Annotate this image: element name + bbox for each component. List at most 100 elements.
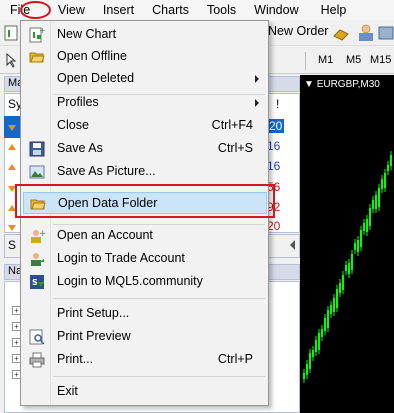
market-watch-value: 16 [267, 159, 281, 173]
candle-body [357, 240, 359, 252]
candle-body [327, 310, 329, 328]
settings-icon[interactable] [376, 23, 394, 43]
menu-item-shortcut: Ctrl+F4 [211, 118, 253, 132]
down-arrow-icon [8, 225, 16, 231]
candle-body [360, 230, 362, 247]
menu-item-label: Open an Account [57, 228, 153, 242]
menu-item-print-preview[interactable]: Print Preview [23, 326, 267, 348]
menu-item-label: Open Offline [57, 49, 127, 63]
menu-item-open-offline[interactable]: Open Offline [23, 46, 267, 68]
file-menu-annotation-circle [20, 1, 51, 19]
candle-body [366, 219, 368, 232]
folder-open-icon [29, 52, 45, 63]
menu-item-label: Profiles [57, 95, 99, 109]
candle-body [390, 155, 392, 166]
new-chart-toolbar-icon[interactable] [4, 25, 18, 41]
menu-item-label: Print Setup... [57, 306, 130, 320]
candle-body [342, 275, 344, 290]
candle-body [306, 364, 308, 375]
menu-bar: File View Insert Charts Tools Window Hel… [0, 0, 394, 20]
menu-item-profiles[interactable]: Profiles [23, 92, 267, 114]
period-m5[interactable]: M5 [346, 54, 361, 66]
menu-item-label: Exit [57, 384, 78, 398]
new-chart-icon: + [29, 27, 45, 43]
menu-item-label: New Chart [57, 27, 117, 41]
candle-body [315, 340, 317, 352]
period-m15[interactable]: M15 [370, 54, 391, 66]
menu-item-exit[interactable]: Exit [23, 381, 267, 403]
menu-item-label: Open Deleted [57, 71, 135, 85]
menu-item-login-mql5[interactable]: S Login to MQL5.community [23, 271, 267, 293]
login-user-icon [31, 253, 44, 266]
market-watch-value: 20 [267, 119, 285, 133]
save-disk-icon [29, 141, 45, 157]
menu-item-open-account[interactable]: + Open an Account [23, 225, 267, 247]
period-m1[interactable]: M1 [318, 54, 333, 66]
up-arrow-icon [8, 144, 16, 150]
candle-body [372, 200, 374, 209]
chart-window[interactable]: ▼ EURGBP,M30 [300, 75, 394, 413]
market-watch-value: 20 [267, 219, 281, 233]
menu-item-open-deleted[interactable]: Open Deleted [23, 68, 267, 90]
candlestick-chart [303, 151, 392, 383]
candle-body [363, 223, 365, 231]
chart-title: ▼ EURGBP,M30 [304, 79, 380, 90]
down-arrow-icon [8, 125, 16, 131]
candle-body [318, 333, 320, 350]
tab-scroll-left-icon[interactable] [290, 240, 295, 250]
menu-item-label: Save As Picture... [57, 164, 156, 178]
menu-item-new-chart[interactable]: + New Chart [23, 24, 267, 46]
menu-charts[interactable]: Charts [143, 0, 198, 20]
menu-item-save-as-picture[interactable]: Save As Picture... [23, 161, 267, 183]
market-watch-value: 16 [267, 139, 281, 153]
printer-icon [29, 352, 45, 368]
menu-item-label: Close [57, 118, 89, 132]
candle-body [348, 263, 350, 274]
menu-help[interactable]: Help [312, 0, 356, 20]
menu-item-login-trade[interactable]: Login to Trade Account [23, 248, 267, 270]
menu-item-print[interactable]: Print... Ctrl+P [23, 349, 267, 371]
candle-body [369, 208, 371, 226]
candle-body [303, 373, 305, 379]
print-preview-icon [29, 329, 45, 345]
menu-item-label: Login to Trade Account [57, 251, 185, 265]
menu-item-close[interactable]: Close Ctrl+F4 [23, 115, 267, 137]
gold-icon[interactable] [331, 23, 351, 43]
candle-body [345, 265, 347, 271]
cursor-toolbar-icon[interactable] [4, 52, 18, 68]
new-order-button[interactable]: New Order [268, 24, 328, 38]
menu-view[interactable]: View [49, 0, 94, 20]
svg-text:+: + [39, 27, 45, 35]
menu-insert[interactable]: Insert [94, 0, 143, 20]
user-icon[interactable] [356, 23, 376, 43]
menu-item-save-as[interactable]: Save As Ctrl+S [23, 138, 267, 160]
menu-item-label: Print... [57, 352, 94, 366]
candle-body [333, 298, 335, 312]
menu-window[interactable]: Window [245, 0, 307, 20]
menu-separator [53, 376, 265, 377]
candle-body [375, 195, 377, 209]
up-arrow-icon [8, 164, 16, 170]
open-data-folder-annotation-box [15, 184, 275, 218]
candle-body [387, 165, 389, 171]
candle-body [381, 179, 383, 189]
mql5-icon: S [30, 275, 44, 289]
candle-body [339, 283, 341, 293]
picture-icon [29, 165, 45, 179]
menu-separator [53, 298, 265, 299]
candle-body [336, 289, 338, 308]
column-header-exclaim: ! [276, 97, 280, 111]
menu-tools[interactable]: Tools [198, 0, 245, 20]
candle-body [378, 188, 380, 207]
svg-text:S: S [32, 278, 38, 287]
submenu-arrow-icon [255, 99, 259, 107]
submenu-arrow-icon [255, 75, 259, 83]
menu-item-print-setup[interactable]: Print Setup... [23, 303, 267, 325]
candle-body [351, 254, 353, 270]
tab-symbols[interactable]: S [8, 238, 16, 252]
candle-body [354, 243, 356, 250]
candle-body [330, 305, 332, 314]
candle-body [321, 329, 323, 337]
chart-title-arrow-icon: ▼ [304, 79, 314, 90]
candle-body [309, 353, 311, 369]
